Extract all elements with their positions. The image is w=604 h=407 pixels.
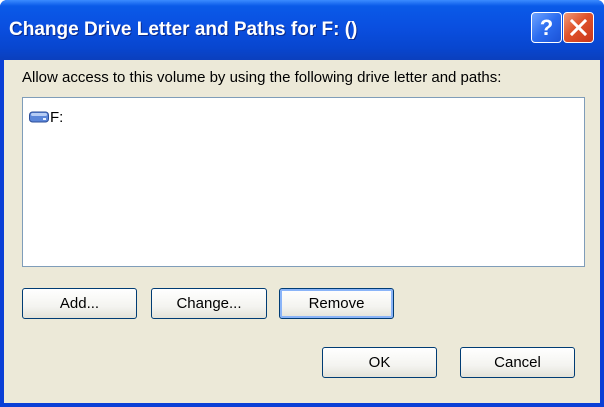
dialog-body: Allow access to this volume by using the… — [4, 60, 600, 403]
remove-button[interactable]: Remove — [279, 288, 394, 319]
add-button[interactable]: Add... — [22, 288, 137, 319]
instruction-label: Allow access to this volume by using the… — [22, 69, 502, 86]
change-button[interactable]: Change... — [151, 288, 267, 319]
title-bar[interactable]: Change Drive Letter and Paths for F: () … — [0, 0, 604, 60]
window-title: Change Drive Letter and Paths for F: () — [9, 19, 358, 40]
list-item[interactable]: F: — [29, 108, 63, 126]
help-button[interactable]: ? — [531, 12, 562, 43]
drive-paths-list[interactable]: F: — [22, 97, 585, 267]
help-icon: ? — [539, 15, 554, 40]
close-button[interactable] — [563, 12, 594, 43]
close-icon — [570, 19, 587, 36]
drive-icon — [29, 111, 49, 123]
ok-button[interactable]: OK — [322, 347, 437, 378]
dialog-window: Change Drive Letter and Paths for F: () … — [0, 0, 604, 407]
cancel-button[interactable]: Cancel — [460, 347, 575, 378]
list-item-label: F: — [50, 108, 64, 126]
